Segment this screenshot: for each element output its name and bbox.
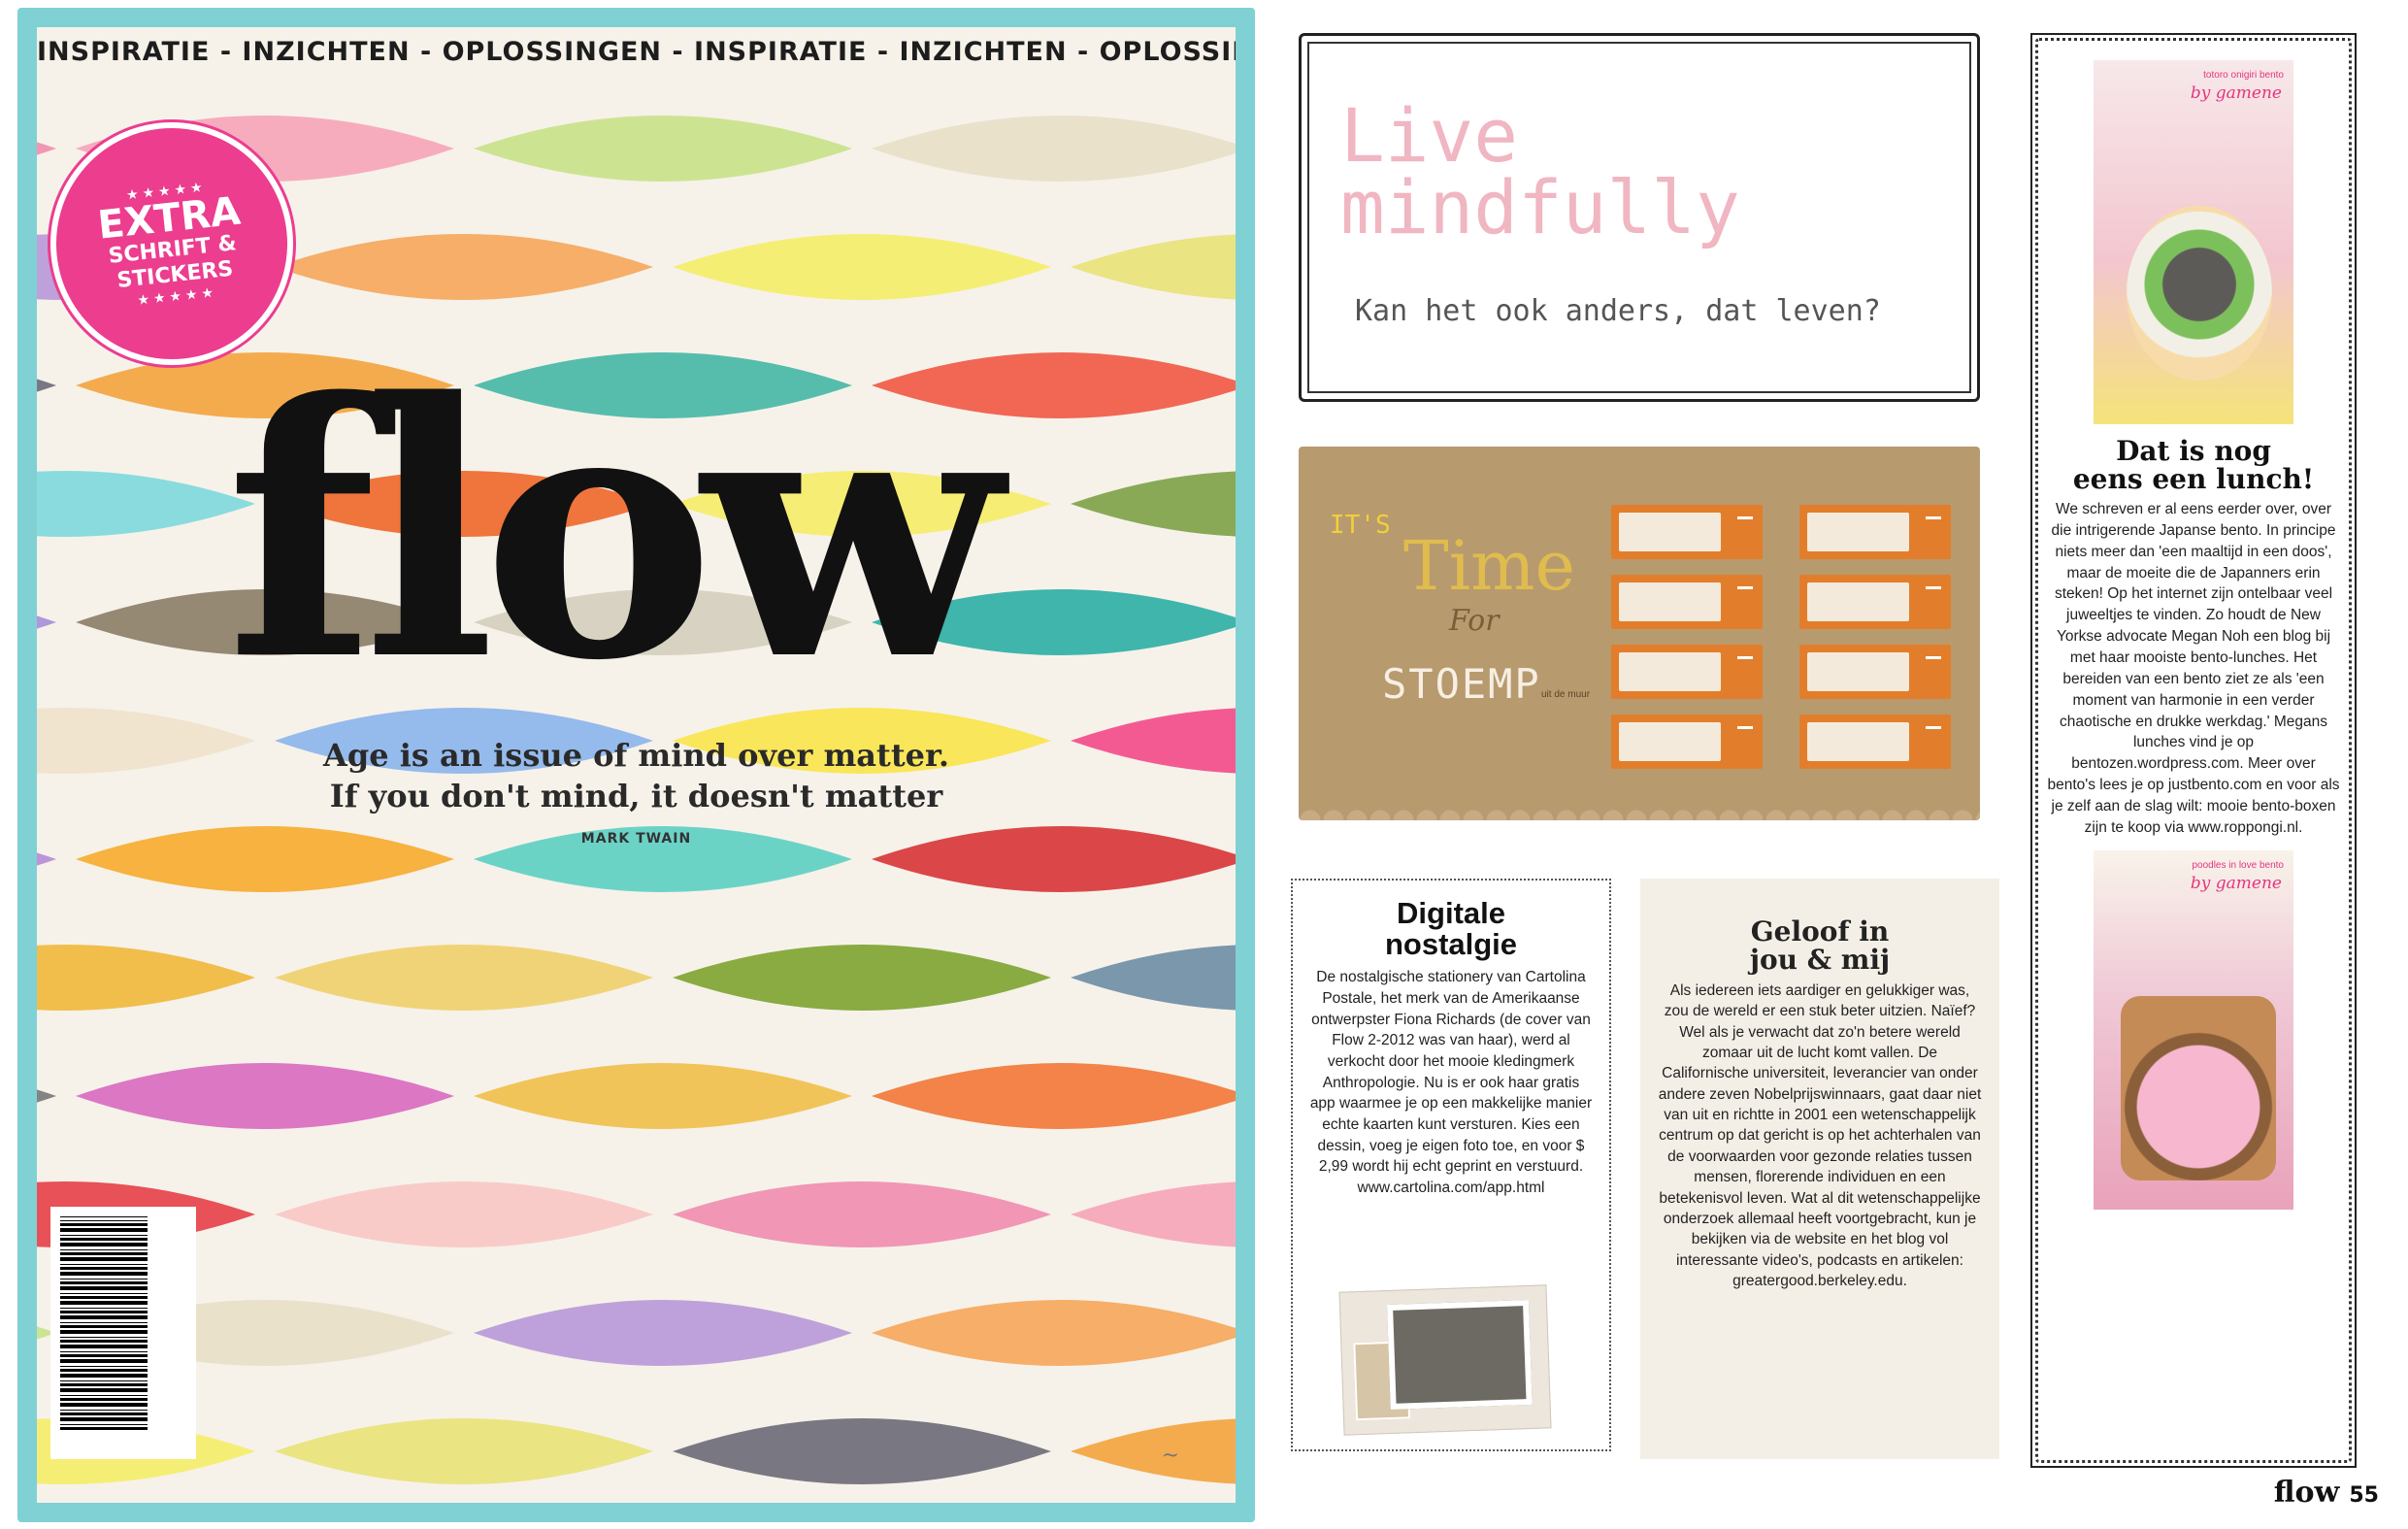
- leaf-shape: [673, 945, 1051, 1011]
- leaf-shape: [37, 615, 56, 629]
- digitale-title-line2: nostalgie: [1384, 926, 1518, 961]
- cover-artwork: INSPIRATIE - INZICHTEN - OPLOSSINGEN - I…: [37, 27, 1236, 1503]
- leaf-shape: [673, 234, 1051, 300]
- photo1-caption: totoro onigiri bento: [2203, 70, 2284, 81]
- flow-logo: flow: [226, 326, 1003, 737]
- menu-tile: [1611, 575, 1763, 629]
- bento-body: We schreven er al eens eerder over, over…: [2047, 501, 2340, 836]
- leaf-shape: [1071, 1418, 1236, 1484]
- menu-tile: [1611, 505, 1763, 559]
- photo2-by: by gamene: [2190, 873, 2282, 893]
- footer-logo: flow: [2273, 1476, 2340, 1510]
- leaf-shape: [1071, 1181, 1236, 1247]
- leaf-shape: [275, 1418, 653, 1484]
- leaf-shape: [474, 1063, 852, 1129]
- totoro-bento-photo: totoro onigiri bento by gamene: [2094, 60, 2293, 424]
- geloof-title-line2: jou & mij: [1749, 944, 1891, 977]
- geloof-body: Als iedereen iets aardiger en gelukkiger…: [1658, 981, 1982, 1290]
- menu-tile: [1799, 645, 1951, 699]
- bento-title-line2: eens een lunch!: [2072, 462, 2315, 495]
- live-title-line1: Live: [1340, 92, 1519, 179]
- leaf-shape: [1071, 945, 1236, 1011]
- postcard-photo: [1338, 1284, 1552, 1436]
- leaf-shape: [275, 945, 653, 1011]
- digitale-nostalgie-article: Digitale nostalgie De nostalgische stati…: [1291, 879, 1611, 1451]
- menu-tile: [1611, 645, 1763, 699]
- magazine-cover: INSPIRATIE - INZICHTEN - OPLOSSINGEN - I…: [17, 8, 1255, 1522]
- photo2-caption: poodles in love bento: [2192, 859, 2284, 871]
- geloof-title-line1: Geloof in: [1750, 915, 1890, 947]
- bento-box-icon: [2121, 995, 2276, 1180]
- leaf-shape: [37, 379, 56, 392]
- stoemp-for: For: [1449, 604, 1500, 638]
- leaf-shape: [275, 234, 653, 300]
- leaf-shape: [76, 1063, 454, 1129]
- barcode: [50, 1207, 196, 1459]
- menu-tile: [1799, 715, 1951, 769]
- live-title: Live mindfully: [1340, 92, 1740, 251]
- digitale-title-line1: Digitale: [1397, 896, 1505, 930]
- leaf-shape: [673, 1418, 1051, 1484]
- live-subtitle: Kan het ook anders, dat leven?: [1355, 294, 1881, 328]
- stoemp-tag: uit de muur: [1541, 689, 1591, 700]
- bento-article: totoro onigiri bento by gamene Dat is no…: [2030, 33, 2357, 1468]
- page-footer: flow 55: [2274, 1476, 2379, 1510]
- bento-title: Dat is nog eens een lunch!: [2046, 435, 2341, 495]
- geloof-article: Geloof in jou & mij Als iedereen iets aa…: [1640, 879, 1999, 1459]
- page-number: 55: [2349, 1483, 2379, 1508]
- leaf-shape: [37, 945, 255, 1011]
- leaf-shape: [872, 1300, 1236, 1366]
- poodles-bento-photo: poodles in love bento by gamene: [2094, 849, 2293, 1210]
- menu-tile: [1611, 715, 1763, 769]
- cover-quote: Age is an issue of mind over matter. If …: [37, 736, 1236, 816]
- menu-tile: [1799, 505, 1951, 559]
- stoemp-time: Time: [1403, 526, 1575, 606]
- postcard-picture: [1386, 1299, 1533, 1410]
- leaf-shape: [474, 116, 852, 182]
- photo1-by: by gamene: [2190, 83, 2282, 103]
- barcode-bars: [60, 1216, 148, 1430]
- leaf-shape: [872, 1063, 1236, 1129]
- cover-tagline: INSPIRATIE - INZICHTEN - OPLOSSINGEN - I…: [37, 37, 1236, 67]
- live-title-line2: mindfully: [1340, 164, 1740, 251]
- menu-tile: [1799, 575, 1951, 629]
- stoemp-its: IT'S: [1330, 511, 1391, 540]
- live-mindfully-box: Live mindfully Kan het ook anders, dat l…: [1299, 33, 1980, 402]
- quote-line1: Age is an issue of mind over matter.: [322, 737, 950, 774]
- geloof-title: Geloof in jou & mij: [1658, 917, 1982, 975]
- bento-title-line1: Dat is nog: [2116, 435, 2271, 467]
- leaf-shape: [275, 1181, 653, 1247]
- artist-signature-icon: ~: [1161, 1444, 1179, 1468]
- bento-dish-icon: [2127, 206, 2272, 381]
- digitale-body: De nostalgische stationery van Cartolina…: [1309, 969, 1593, 1197]
- quote-line2: If you don't mind, it doesn't matter: [329, 777, 943, 814]
- leaf-shape: [474, 1300, 852, 1366]
- leaf-shape: [37, 1089, 56, 1103]
- leaf-shape: [37, 471, 255, 537]
- leaf-shape: [37, 142, 56, 155]
- leaf-shape: [872, 116, 1236, 182]
- leaf-shape: [1071, 471, 1236, 537]
- stoemp-menu-image: IT'S Time For STOEMP uit de muur: [1299, 447, 1980, 820]
- leaf-shape: [673, 1181, 1051, 1247]
- scallop-border: [1299, 791, 1980, 820]
- quote-author: MARK TWAIN: [580, 831, 692, 847]
- leaf-shape: [1071, 234, 1236, 300]
- stoemp-name: STOEMP: [1382, 660, 1541, 708]
- digitale-title: Digitale nostalgie: [1308, 898, 1594, 959]
